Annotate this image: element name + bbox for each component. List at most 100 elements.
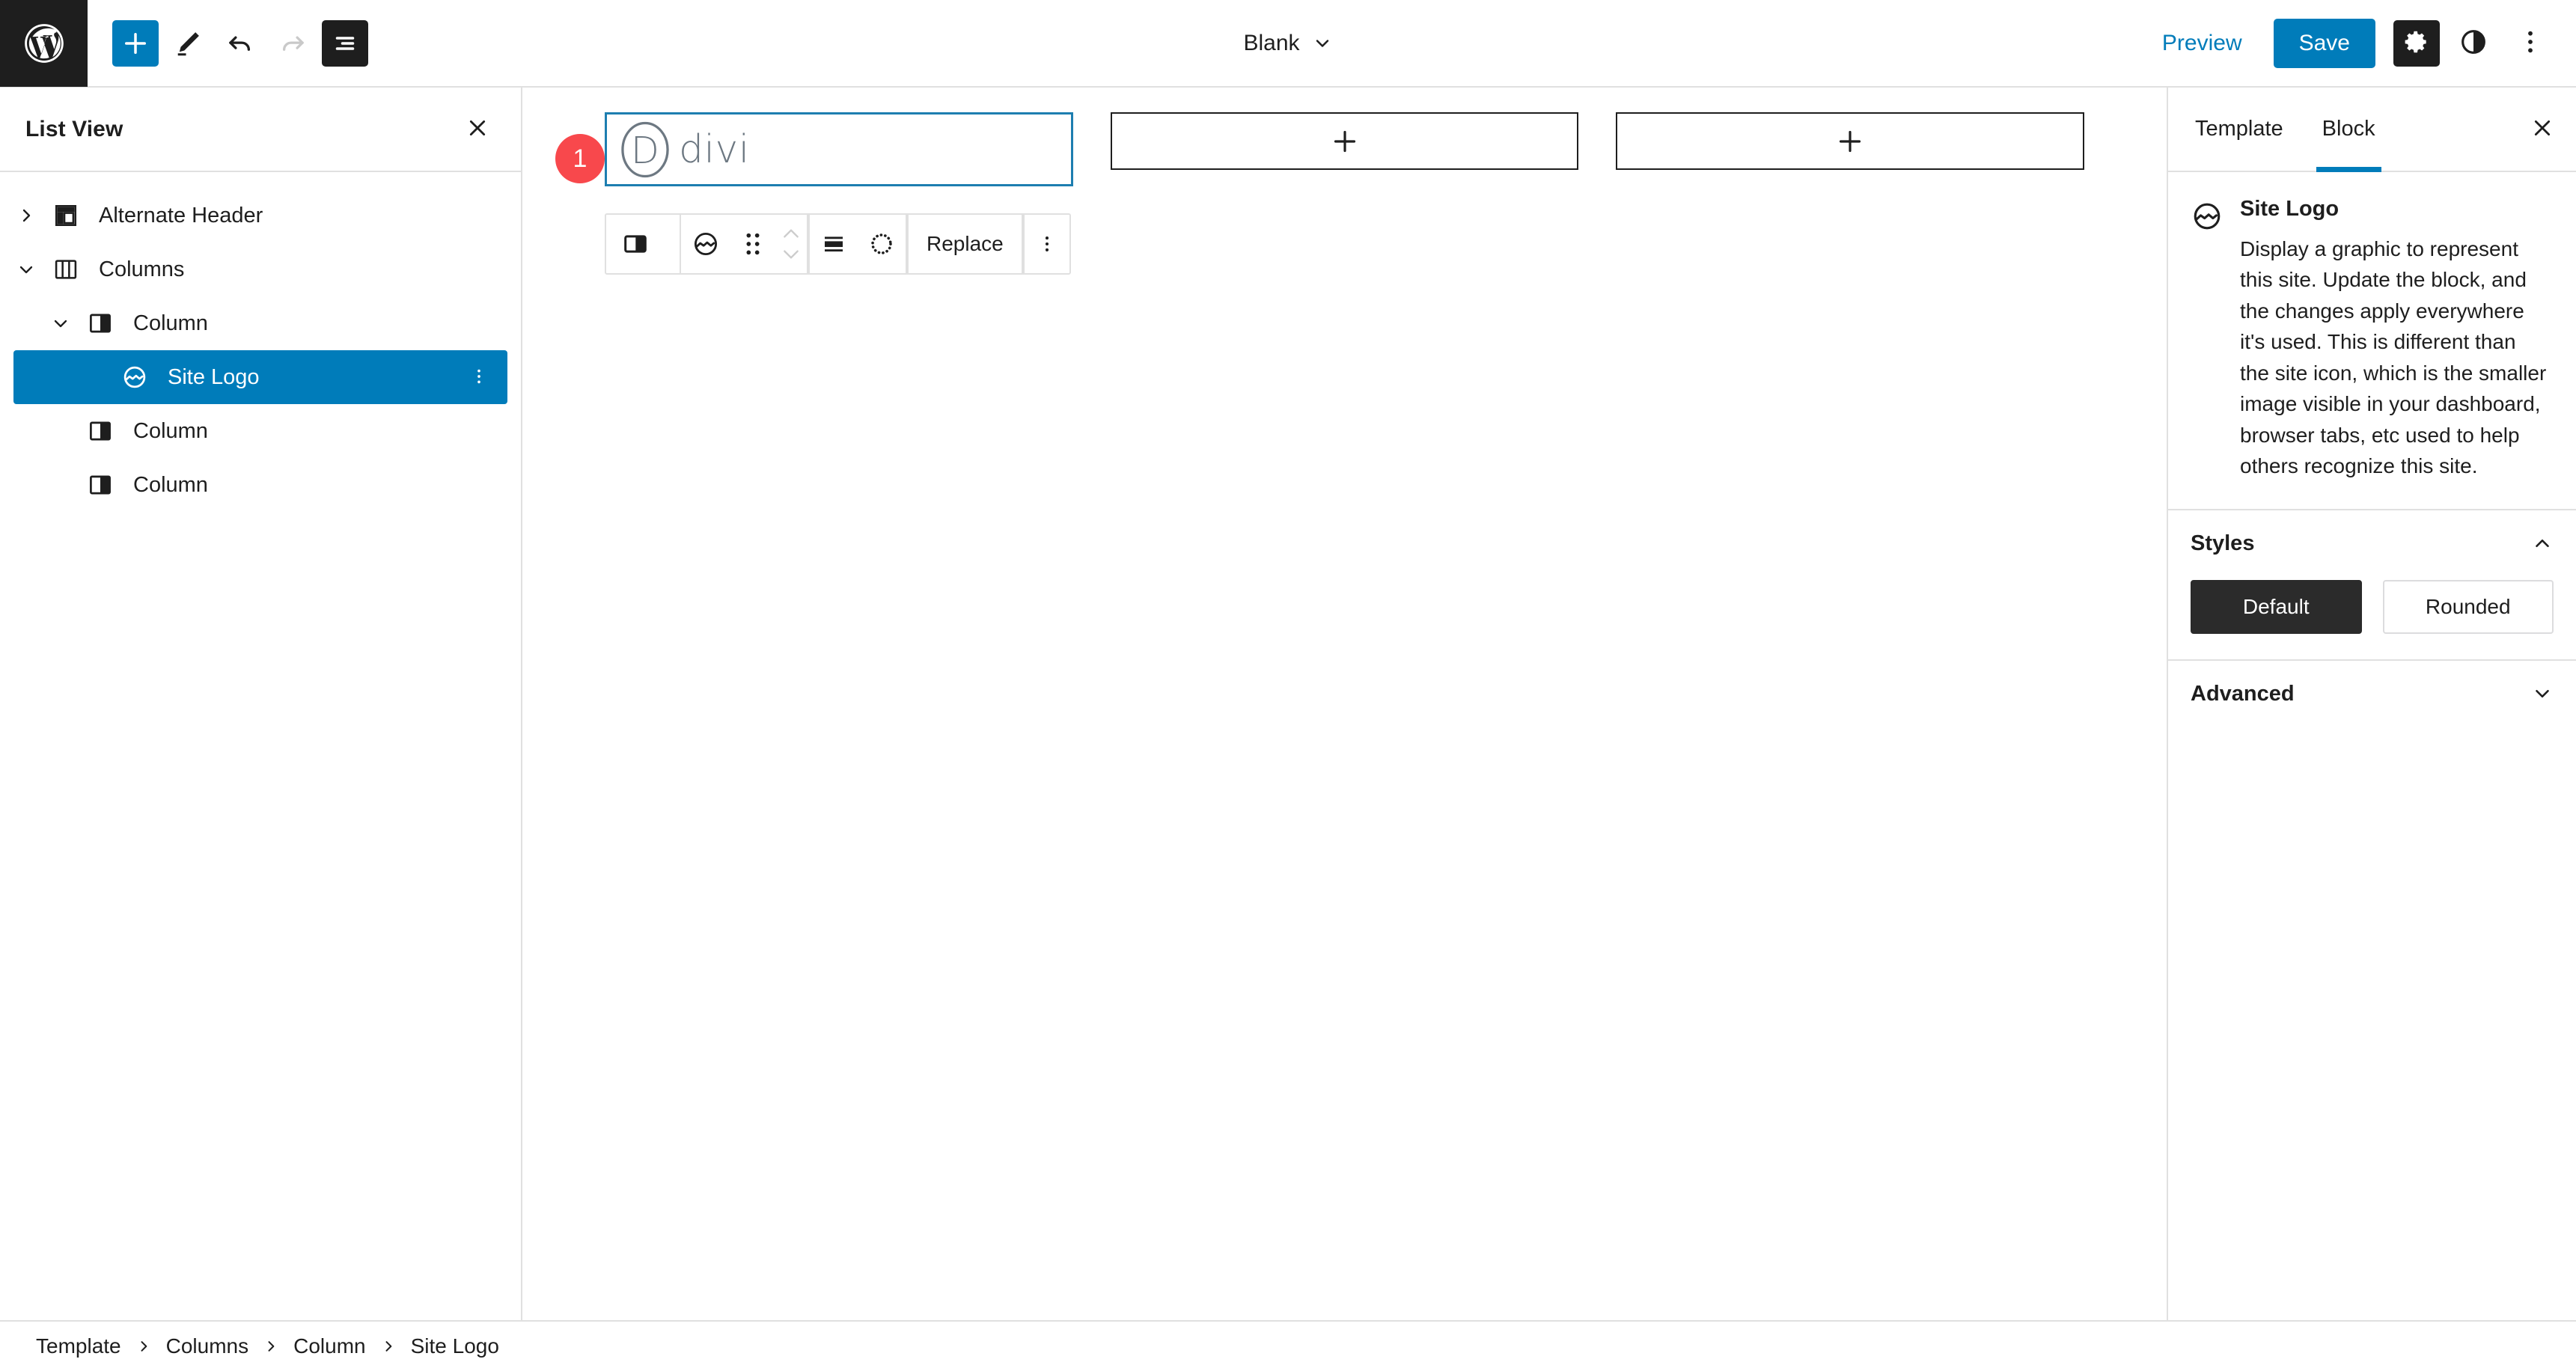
wordpress-logo-button[interactable]	[0, 0, 88, 87]
save-button[interactable]: Save	[2273, 18, 2375, 68]
chevron-right-icon	[381, 1339, 396, 1354]
chevron-up-icon[interactable]	[2531, 532, 2554, 555]
block-inspector-panel: Template Block Site Logo Display a graph…	[2167, 88, 2576, 1320]
list-view-tree: Alternate Header Columns Column Site Log…	[0, 172, 521, 512]
column-appender-2[interactable]	[1110, 112, 1579, 170]
list-item-label: Column	[133, 418, 208, 443]
list-item-column-2[interactable]: Column	[0, 404, 521, 458]
panel-title: Advanced	[2191, 681, 2295, 706]
block-movers[interactable]	[775, 215, 807, 273]
pencil-edit-icon	[172, 28, 204, 59]
block-options-button[interactable]	[1025, 215, 1069, 273]
undo-button[interactable]	[217, 20, 263, 67]
align-button[interactable]	[810, 215, 858, 273]
breadcrumb-item-column[interactable]: Column	[289, 1331, 370, 1361]
divi-wordmark: divi	[679, 126, 750, 172]
settings-toggle-button[interactable]	[2393, 19, 2440, 67]
block-toolbar: Replace	[605, 213, 1071, 275]
block-type-button[interactable]	[681, 215, 730, 273]
style-variation-rounded[interactable]: Rounded	[2382, 579, 2554, 634]
plus-icon	[1835, 126, 1865, 156]
columns-block: D divi	[605, 112, 2085, 186]
toolbar-group-replace: Replace	[907, 215, 1023, 273]
template-part-icon	[46, 202, 85, 229]
wordpress-logo-icon	[21, 20, 67, 67]
list-item-alternate-header[interactable]: Alternate Header	[0, 189, 521, 242]
toolbar-gap	[665, 215, 680, 273]
inspector-close-button[interactable]	[2521, 108, 2564, 151]
list-view-header: List View	[0, 88, 521, 172]
column-block-1: D divi	[605, 112, 1073, 186]
list-item-column-1[interactable]: Column	[0, 296, 521, 350]
site-logo-block-selected[interactable]: D divi	[605, 112, 1073, 186]
list-item-columns[interactable]: Columns	[0, 242, 521, 296]
site-logo-icon	[115, 364, 154, 391]
chevron-down-icon[interactable]	[6, 260, 46, 278]
undo-icon	[225, 28, 256, 59]
list-item-label: Alternate Header	[99, 203, 263, 228]
column-icon	[621, 230, 650, 258]
block-card: Site Logo Display a graphic to represent…	[2168, 172, 2576, 509]
chevron-down-icon	[1312, 33, 1333, 54]
redo-button[interactable]	[269, 20, 316, 67]
styles-contrast-button[interactable]	[2450, 20, 2497, 67]
tab-block[interactable]: Block	[2303, 88, 2395, 172]
column-block-3	[1616, 112, 2085, 170]
site-logo-icon	[692, 230, 720, 258]
panel-styles-header[interactable]: Styles	[2168, 510, 2576, 577]
panel-advanced-header[interactable]: Advanced	[2168, 661, 2576, 727]
chevron-down-icon[interactable]	[2531, 683, 2554, 705]
drag-handle-button[interactable]	[730, 215, 775, 273]
chevron-right-icon[interactable]	[6, 207, 46, 225]
close-x-icon	[2530, 116, 2554, 142]
list-item-column-3[interactable]: Column	[0, 458, 521, 512]
list-item-label: Column	[133, 311, 208, 335]
tools-edit-button[interactable]	[165, 20, 211, 67]
style-variation-default[interactable]: Default	[2191, 579, 2362, 634]
divi-logo-mark-icon: D	[621, 121, 669, 177]
breadcrumb-item-columns[interactable]: Columns	[162, 1331, 253, 1361]
editor-canvas: 1 D divi Replace	[522, 88, 2167, 1320]
block-card-text: Site Logo Display a graphic to represent…	[2240, 197, 2549, 482]
block-card-description: Display a graphic to represent this site…	[2240, 237, 2547, 478]
document-title-button[interactable]: Blank	[1231, 23, 1344, 64]
contrast-half-circle-icon	[2459, 27, 2488, 59]
three-dots-vertical-icon	[2515, 27, 2545, 59]
list-view-toggle-button[interactable]	[322, 19, 368, 67]
chevron-down-icon[interactable]	[40, 314, 81, 332]
divi-logo: D divi	[614, 119, 750, 180]
chevron-down-icon[interactable]	[781, 248, 801, 260]
three-dots-vertical-icon	[469, 367, 489, 388]
preview-button[interactable]: Preview	[2149, 20, 2256, 67]
tab-template[interactable]: Template	[2176, 88, 2303, 171]
list-item-options-button[interactable]	[463, 356, 495, 398]
column-icon	[81, 471, 120, 498]
list-item-site-logo[interactable]: Site Logo	[13, 350, 507, 404]
template-canvas: 1 D divi Replace	[522, 88, 2167, 1320]
document-title-label: Blank	[1243, 30, 1300, 55]
more-options-button[interactable]	[2507, 20, 2554, 67]
breadcrumb-item-template[interactable]: Template	[31, 1331, 126, 1361]
inspector-tabs: Template Block	[2168, 88, 2576, 172]
select-parent-block-button[interactable]	[606, 215, 665, 273]
column-appender-3[interactable]	[1616, 112, 2085, 170]
replace-button[interactable]: Replace	[909, 215, 1022, 273]
svg-text:D: D	[631, 128, 659, 171]
list-view-title: List View	[25, 116, 123, 141]
toolbar-group-options	[1022, 215, 1069, 273]
site-logo-icon	[2191, 197, 2224, 482]
style-variations: Default Rounded	[2168, 577, 2576, 659]
list-view-icon	[329, 28, 361, 59]
column-icon	[81, 418, 120, 445]
panel-advanced: Advanced	[2168, 659, 2576, 727]
redo-icon	[277, 28, 308, 59]
three-dots-vertical-icon	[1037, 231, 1057, 257]
dotted-circle-icon	[868, 230, 895, 257]
panel-title: Styles	[2191, 531, 2255, 555]
add-block-button[interactable]	[112, 19, 159, 67]
list-view-close-button[interactable]	[457, 109, 498, 150]
breadcrumb-item-site-logo[interactable]: Site Logo	[406, 1331, 504, 1361]
panel-styles: Styles Default Rounded	[2168, 508, 2576, 659]
chevron-up-icon[interactable]	[781, 228, 801, 239]
duotone-filter-button[interactable]	[858, 215, 906, 273]
